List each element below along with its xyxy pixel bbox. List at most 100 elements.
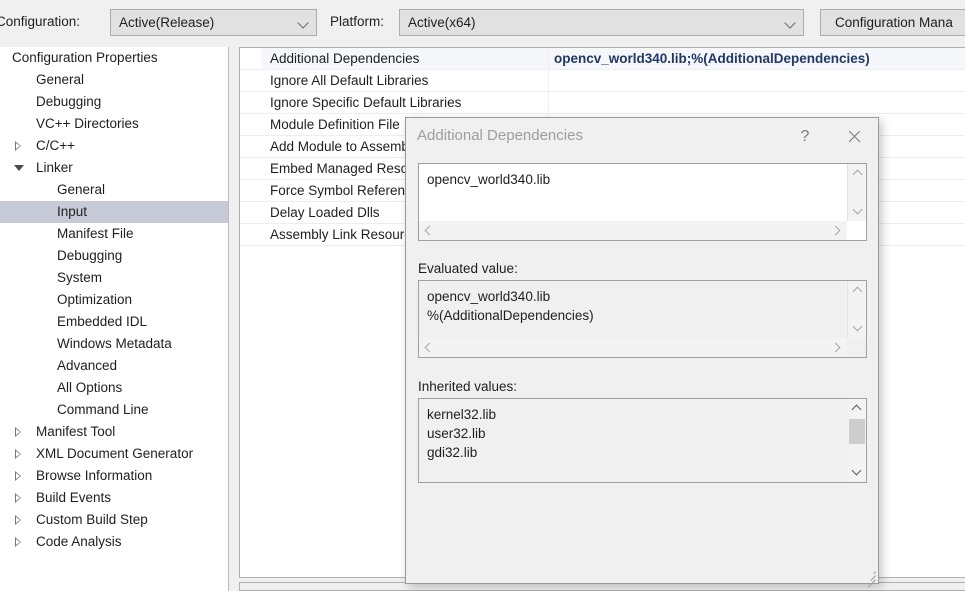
tree-item-label: Optimization [57, 292, 133, 307]
column-splitter[interactable] [548, 70, 549, 91]
tree-item-vc-directories[interactable]: VC++ Directories [0, 113, 228, 135]
column-splitter[interactable] [548, 48, 549, 69]
configuration-properties-tree[interactable]: Configuration Properties General Debugging… [0, 47, 229, 591]
chevron-left-icon[interactable] [419, 221, 438, 240]
vertical-scrollbar[interactable] [847, 399, 866, 482]
tree-item-embedded-idl[interactable]: Embedded IDL [0, 311, 228, 333]
tree-item-label: Build Events [36, 490, 112, 505]
row-margin [240, 180, 262, 201]
chevron-up-icon[interactable] [847, 399, 866, 418]
configuration-dropdown[interactable]: Active(Release) [110, 9, 317, 36]
inherited-values-label: Inherited values: [418, 379, 518, 394]
tree-item-debugging[interactable]: Debugging [0, 245, 228, 267]
chevron-right-icon[interactable] [14, 537, 24, 547]
chevron-right-icon[interactable] [828, 338, 847, 357]
chevron-down-icon [784, 16, 797, 29]
tree-item-configuration-properties[interactable]: Configuration Properties [0, 47, 228, 69]
chevron-down-icon[interactable] [847, 463, 866, 482]
tree-item-custom-build-step[interactable]: Custom Build Step [0, 509, 228, 531]
close-icon[interactable] [840, 125, 868, 149]
row-margin [240, 70, 262, 91]
scrollbar-thumb[interactable] [849, 419, 865, 444]
chevron-right-icon[interactable] [828, 221, 847, 240]
tree-item-command-line[interactable]: Command Line [0, 399, 228, 421]
resize-grip-icon[interactable] [863, 568, 876, 588]
additional-dependencies-input[interactable]: opencv_world340.lib [418, 163, 867, 241]
vertical-scrollbar[interactable] [847, 281, 866, 338]
configuration-manager-label: Configuration Mana [835, 15, 953, 30]
tree-item-label: Manifest File [57, 226, 134, 241]
tree-item-debugging[interactable]: Debugging [0, 91, 228, 113]
tree-item-label: Configuration Properties [12, 50, 158, 65]
tree-item-label: Windows Metadata [57, 336, 172, 351]
tree-item-label: Command Line [57, 402, 149, 417]
chevron-down-icon[interactable] [848, 319, 867, 338]
tree-item-label: General [57, 182, 106, 197]
tree-item-label: Advanced [57, 358, 118, 373]
tree-item-linker[interactable]: Linker [0, 157, 228, 179]
tree-item-label: Debugging [57, 248, 123, 263]
configuration-value: Active(Release) [119, 15, 215, 30]
chevron-left-icon[interactable] [419, 338, 438, 357]
chevron-right-icon[interactable] [14, 141, 24, 151]
additional-dependencies-value[interactable]: opencv_world340.lib [419, 164, 847, 221]
property-row[interactable]: Ignore All Default Libraries [240, 70, 965, 92]
configuration-manager-button[interactable]: Configuration Mana [820, 9, 965, 36]
horizontal-scrollbar[interactable] [419, 221, 847, 240]
tree-item-system[interactable]: System [0, 267, 228, 289]
chevron-right-icon[interactable] [14, 493, 24, 503]
tree-item-code-analysis[interactable]: Code Analysis [0, 531, 228, 553]
chevron-down-icon[interactable] [848, 202, 867, 221]
property-name: Delay Loaded Dlls [270, 205, 380, 220]
row-margin [240, 92, 262, 113]
tree-item-general[interactable]: General [0, 69, 228, 91]
property-row[interactable]: Additional Dependencies opencv_world340.l… [240, 48, 965, 70]
tree-item-build-events[interactable]: Build Events [0, 487, 228, 509]
row-margin [240, 48, 262, 69]
row-margin [240, 136, 262, 157]
question-mark-icon[interactable]: ? [793, 125, 817, 149]
tree-item-label: System [57, 270, 103, 285]
property-name: Add Module to Assembly [270, 139, 419, 154]
tree-item-input[interactable]: Input [0, 201, 228, 223]
tree-item-c-c[interactable]: C/C++ [0, 135, 228, 157]
tree-item-optimization[interactable]: Optimization [0, 289, 228, 311]
property-value[interactable]: opencv_world340.lib;%(AdditionalDependen… [554, 48, 870, 69]
chevron-right-icon[interactable] [14, 515, 24, 525]
chevron-up-icon[interactable] [848, 164, 867, 183]
dialog-titlebar: Additional Dependencies ? [406, 118, 878, 156]
row-margin [240, 158, 262, 179]
platform-dropdown[interactable]: Active(x64) [399, 9, 804, 36]
tree-item-xml-document-generator[interactable]: XML Document Generator [0, 443, 228, 465]
row-margin [240, 114, 262, 135]
tree-item-manifest-tool[interactable]: Manifest Tool [0, 421, 228, 443]
tree-item-label: General [36, 72, 85, 87]
evaluated-value-text: opencv_world340.lib %(AdditionalDependen… [427, 289, 594, 323]
chevron-right-icon[interactable] [14, 471, 24, 481]
tree-item-all-options[interactable]: All Options [0, 377, 228, 399]
chevron-right-icon[interactable] [14, 449, 24, 459]
property-name: Module Definition File [270, 117, 400, 132]
evaluated-value-label: Evaluated value: [418, 261, 518, 276]
chevron-down-icon[interactable] [14, 163, 24, 173]
property-name: Ignore Specific Default Libraries [270, 95, 462, 110]
property-row[interactable]: Ignore Specific Default Libraries [240, 92, 965, 114]
tree-item-windows-metadata[interactable]: Windows Metadata [0, 333, 228, 355]
scrollbar-corner [847, 221, 866, 240]
tree-item-browse-information[interactable]: Browse Information [0, 465, 228, 487]
tree-item-advanced[interactable]: Advanced [0, 355, 228, 377]
column-splitter[interactable] [548, 92, 549, 113]
property-name: Ignore All Default Libraries [270, 73, 429, 88]
chevron-up-icon[interactable] [848, 281, 867, 300]
tree-item-general[interactable]: General [0, 179, 228, 201]
horizontal-scrollbar[interactable] [419, 338, 847, 357]
tree-item-label: Embedded IDL [57, 314, 148, 329]
platform-value: Active(x64) [408, 15, 476, 30]
chevron-right-icon[interactable] [14, 427, 24, 437]
vertical-scrollbar[interactable] [847, 164, 866, 221]
tree-item-label: XML Document Generator [36, 446, 194, 461]
platform-label: Platform: [330, 14, 385, 29]
tree-item-label: Custom Build Step [36, 512, 148, 527]
tree-item-manifest-file[interactable]: Manifest File [0, 223, 228, 245]
tree-item-label: Manifest Tool [36, 424, 116, 439]
